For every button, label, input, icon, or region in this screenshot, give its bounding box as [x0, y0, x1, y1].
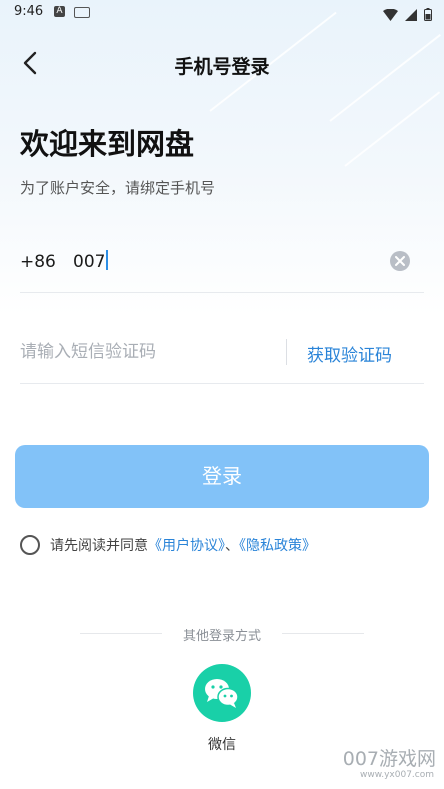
agreement-radio[interactable]: [20, 535, 40, 555]
watermark-url: www.yx007.com: [359, 770, 434, 780]
clear-button[interactable]: [390, 251, 410, 271]
country-code[interactable]: +86: [20, 252, 56, 272]
signal-icon: [405, 6, 417, 25]
phone-field[interactable]: +86 007: [20, 240, 424, 293]
watermark: 007游戏网: [342, 748, 436, 770]
keyboard-icon: [74, 7, 90, 18]
privacy-policy-link[interactable]: 《隐私政策》: [239, 538, 316, 554]
agreement-text: 请先阅读并同意《用户协议》、《隐私政策》: [50, 535, 316, 555]
divider: [286, 339, 287, 365]
page-title: 手机号登录: [174, 56, 270, 78]
welcome-title: 欢迎来到网盘: [20, 127, 195, 161]
verification-code-input[interactable]: [20, 337, 270, 367]
login-button[interactable]: 登录: [15, 445, 429, 508]
decorative-line: [344, 91, 441, 167]
wifi-icon: [383, 6, 398, 25]
text-caret: [106, 250, 109, 270]
other-login-title: 其他登录方式: [182, 629, 261, 644]
status-time: 9:46: [14, 4, 44, 19]
phone-input-value: 007: [73, 252, 106, 272]
battery-icon: [424, 6, 432, 25]
clear-icon: [395, 256, 405, 266]
phone-input[interactable]: 007: [73, 250, 109, 272]
status-right-icons: [383, 6, 432, 25]
agreement-prefix: 请先阅读并同意: [50, 538, 148, 554]
a-notification-icon: A: [54, 6, 65, 17]
welcome-subtitle: 为了账户安全，请绑定手机号: [20, 179, 216, 197]
get-code-button[interactable]: 获取验证码: [307, 341, 392, 366]
agreement-separator: 、: [225, 538, 239, 554]
agreement-row: 请先阅读并同意《用户协议》、《隐私政策》: [20, 534, 316, 556]
user-agreement-link[interactable]: 《用户协议》: [148, 538, 225, 554]
verification-code-field: 获取验证码: [20, 325, 424, 384]
wechat-login-button[interactable]: [193, 664, 251, 722]
status-bar: 9:46 A: [0, 0, 444, 26]
wechat-icon: [205, 679, 239, 708]
